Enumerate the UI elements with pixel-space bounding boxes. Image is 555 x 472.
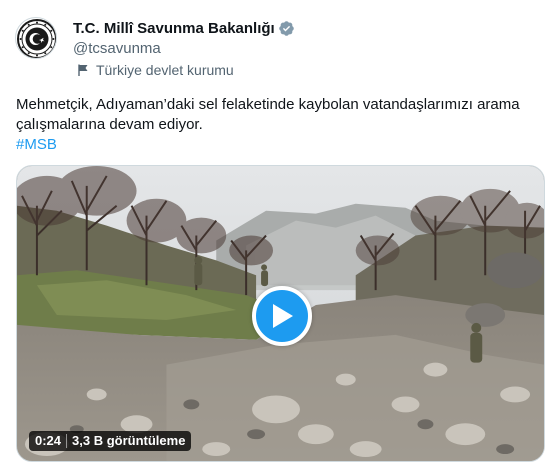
tweet-card[interactable]: T.C. Millî Savunma Bakanlığı @tcsavunma … [0, 0, 555, 472]
video-stats-overlay: 0:24 3,3 B görüntüleme [29, 431, 192, 451]
avatar[interactable] [15, 17, 57, 59]
play-button[interactable] [252, 286, 312, 346]
video-duration: 0:24 [35, 433, 62, 448]
ministry-seal-icon [17, 19, 56, 58]
tweet-body: Mehmetçik, Adıyaman’daki sel felaketinde… [16, 96, 520, 133]
verified-badge-icon[interactable] [278, 20, 295, 37]
hashtag-link[interactable]: #MSB [16, 136, 57, 153]
affiliation[interactable]: Türkiye devlet kurumu [73, 61, 295, 79]
handle[interactable]: @tcsavunma [73, 40, 295, 58]
display-name[interactable]: T.C. Millî Savunma Bakanlığı [73, 20, 275, 37]
video-player[interactable]: 0:24 3,3 B görüntüleme [16, 165, 545, 462]
tweet-header: T.C. Millî Savunma Bakanlığı @tcsavunma … [73, 18, 295, 79]
affiliation-label: Türkiye devlet kurumu [96, 62, 234, 78]
play-icon [273, 304, 293, 328]
flag-icon [78, 64, 88, 76]
tweet-text: Mehmetçik, Adıyaman’daki sel felaketinde… [16, 95, 536, 155]
view-count: 3,3 B görüntüleme [72, 433, 186, 448]
overlay-divider [66, 434, 68, 448]
